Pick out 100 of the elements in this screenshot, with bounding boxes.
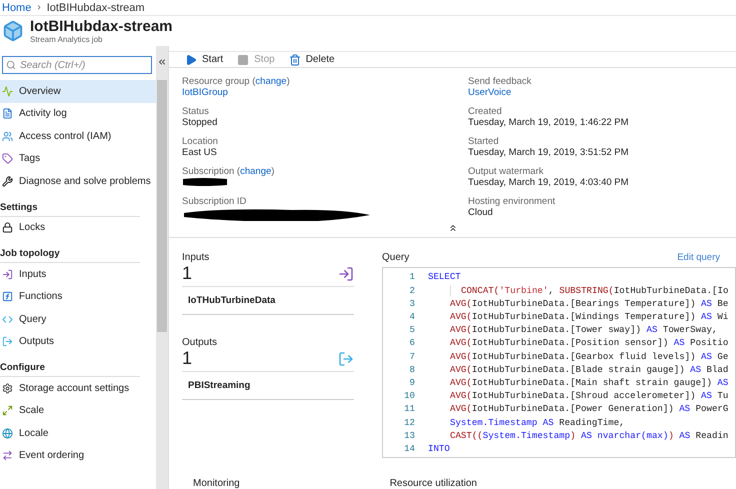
change-link[interactable]: change xyxy=(255,76,287,88)
menu-icon xyxy=(2,268,13,280)
sidebar-item[interactable]: Query xyxy=(0,308,156,330)
tile-title: Monitoring xyxy=(193,478,240,489)
line-number: 14 xyxy=(403,442,415,454)
line-number: 13 xyxy=(403,430,415,441)
property-value: Tuesday, March 19, 2019, 1:46:22 PM xyxy=(468,117,630,128)
property-label: Send feedback xyxy=(468,76,532,88)
code-line: AVG(IotHubTurbineData.[Main shaft strain gauge]) AS xyxy=(449,376,728,388)
sidebar-item[interactable]: Outputs xyxy=(0,330,156,353)
line-number: 8 xyxy=(408,364,415,375)
code-line: CONCAT('Turbine', SUBSTRING(IotHubTurbineData.[Io xyxy=(450,284,728,296)
tile-title: Resource utilization xyxy=(390,478,477,489)
property-label: Created xyxy=(468,106,503,118)
sidebar-item[interactable]: Access control (IAM) xyxy=(0,125,156,148)
line-number: 12 xyxy=(403,416,415,428)
sidebar-item[interactable]: Locale xyxy=(0,422,156,444)
property-value: Tuesday, March 19, 2019, 4:03:40 PM xyxy=(468,177,630,188)
sidebar-item[interactable]: Diagnose and solve problems xyxy=(0,170,156,192)
input-icon xyxy=(338,266,354,282)
topology-item[interactable]: PBIStreaming xyxy=(182,372,354,400)
property-label: Location xyxy=(182,136,219,148)
change-link[interactable]: change xyxy=(240,166,272,178)
sidebar-item[interactable]: Event ordering xyxy=(0,444,156,467)
menu-icon xyxy=(2,222,13,234)
code-line: System.Timestamp AS ReadingTime, xyxy=(449,416,625,428)
property-label: Hosting environment xyxy=(468,196,556,208)
property-link[interactable]: UserVoice xyxy=(468,87,736,98)
line-number: 6 xyxy=(408,337,415,348)
resource-title: IotBIHubdax-stream xyxy=(30,18,173,34)
sidebar-item[interactable]: Tags xyxy=(0,148,156,170)
code-line: AVG(IotHubTurbineData.[Bearings Temperature]) AS Be xyxy=(449,298,728,309)
search-field[interactable]: Search (Ctrl+/) xyxy=(2,56,152,74)
menu-icon xyxy=(2,86,13,97)
resource-subtitle: Stream Analytics job xyxy=(30,34,104,44)
toolbar-button[interactable]: Start xyxy=(185,54,224,66)
line-number: 11 xyxy=(403,403,415,414)
scrollbar-thumb[interactable] xyxy=(157,80,168,332)
property-link[interactable]: IotBIGroup xyxy=(182,87,468,98)
sidebar-heading: Configure xyxy=(0,356,140,377)
line-number: 1 xyxy=(408,271,415,282)
sidebar-heading: Settings xyxy=(0,196,140,216)
query-title: Query xyxy=(382,252,410,264)
expand-icon[interactable] xyxy=(448,223,458,234)
code-line: AVG(IotHubTurbineData.[Power Generation]) AS PowerG xyxy=(449,403,728,414)
sidebar-heading: Job topology xyxy=(0,242,140,263)
sidebar-item[interactable]: Functions xyxy=(0,286,156,308)
menu-icon xyxy=(2,336,13,348)
code-line: SELECT xyxy=(428,271,461,282)
code-line: AVG(IotHubTurbineData.[Gearbox fluid levels]) AS Ge xyxy=(449,350,728,362)
menu-icon xyxy=(2,450,13,462)
count-value: 1 xyxy=(182,263,192,284)
property-label: Output watermark xyxy=(468,166,544,178)
output-icon xyxy=(338,350,354,367)
breadcrumb-separator: › xyxy=(37,2,41,13)
line-number: 7 xyxy=(408,350,415,362)
cube-icon xyxy=(2,20,24,42)
property-value: East US xyxy=(182,147,218,158)
code-line: AVG(IotHubTurbineData.[Shroud accelerometer]) AS Tu xyxy=(449,390,728,402)
stop-icon xyxy=(237,54,250,66)
code-line: AVG(IotHubTurbineData.[Windings Temperature]) AS Wi xyxy=(449,311,728,322)
trash-icon xyxy=(288,54,301,66)
sidebar-item[interactable]: Locks xyxy=(0,216,156,239)
code-editor[interactable] xyxy=(382,267,736,458)
menu-icon xyxy=(2,428,13,439)
sidebar-item[interactable]: Storage account settings xyxy=(0,377,156,400)
menu-icon xyxy=(2,176,13,187)
breadcrumb-link[interactable]: Home xyxy=(2,2,32,14)
sidebar-item[interactable]: Overview xyxy=(0,80,156,102)
menu-icon xyxy=(2,130,13,142)
collapse-icon[interactable] xyxy=(157,57,167,67)
topology-item[interactable]: IoTHubTurbineData xyxy=(182,287,354,316)
line-number: 9 xyxy=(408,376,415,388)
search-icon xyxy=(6,60,16,70)
edit-query-link[interactable]: Edit query xyxy=(677,252,720,264)
line-number: 10 xyxy=(403,390,415,402)
menu-icon xyxy=(2,108,13,120)
property-label: Subscription (change) xyxy=(182,166,276,178)
menu-icon xyxy=(2,405,13,416)
toolbar-button[interactable]: Delete xyxy=(288,54,335,66)
line-number: 3 xyxy=(408,298,415,309)
property-value: Cloud xyxy=(468,207,494,218)
property-label: Started xyxy=(468,136,500,148)
count-value: 1 xyxy=(182,348,192,370)
property-label: Subscription ID xyxy=(182,196,248,208)
code-line: INTO xyxy=(428,442,450,454)
property-value: Stopped xyxy=(182,117,218,128)
code-line: AVG(IotHubTurbineData.[Blade strain gauge]) AS Blad xyxy=(449,364,728,375)
line-number: 2 xyxy=(408,284,415,296)
menu-icon xyxy=(2,314,13,325)
property-label: Resource group (change) xyxy=(182,76,291,88)
menu-icon xyxy=(2,382,13,394)
sidebar-item[interactable]: Inputs xyxy=(0,263,156,286)
tile-title: Outputs xyxy=(182,337,218,348)
property-label: Status xyxy=(182,106,210,118)
code-line: AVG(IotHubTurbineData.[Position sensor]) AS Positio xyxy=(449,337,728,348)
sidebar-item[interactable]: Activity log xyxy=(0,102,156,125)
code-line: AVG(IotHubTurbineData.[Tower sway]) AS TowerSway, xyxy=(449,324,718,336)
property-value: Tuesday, March 19, 2019, 3:51:52 PM xyxy=(468,147,630,158)
sidebar-item[interactable]: Scale xyxy=(0,400,156,422)
